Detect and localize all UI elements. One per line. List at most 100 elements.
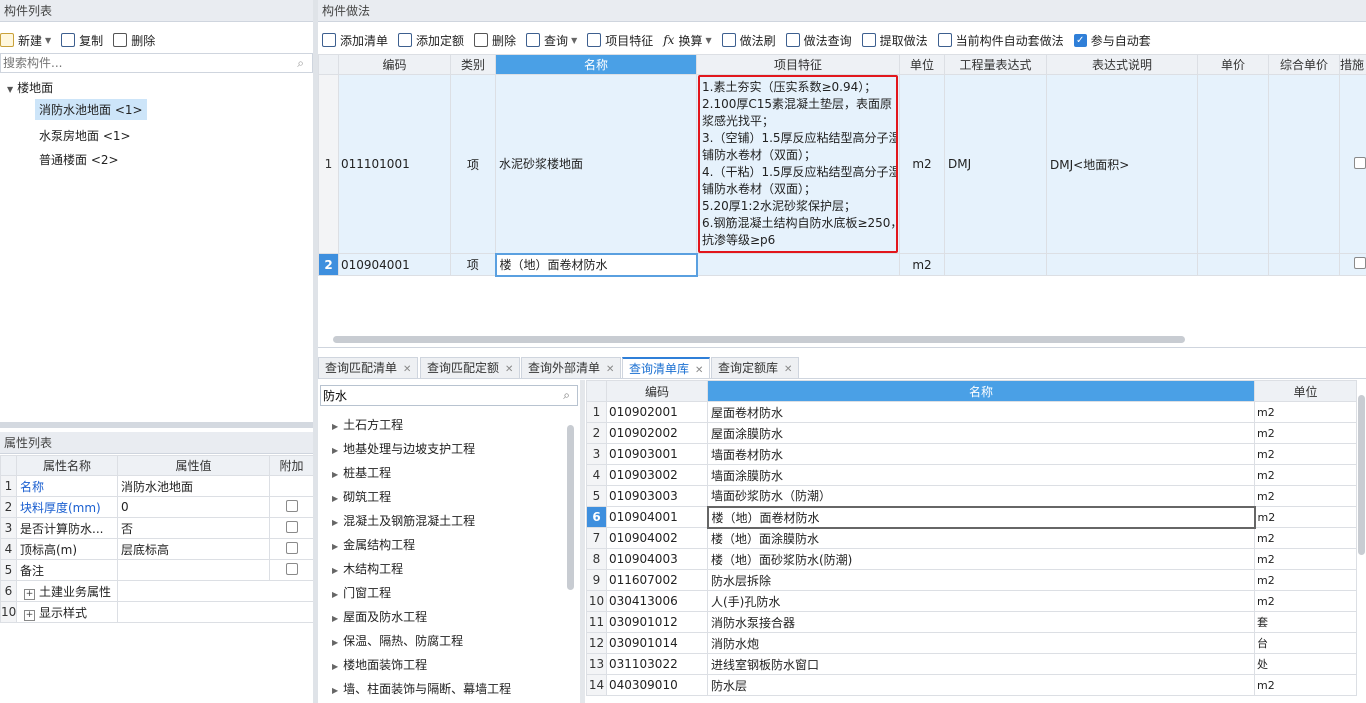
- close-icon[interactable]: ✕: [695, 365, 703, 376]
- price-cell[interactable]: [1197, 253, 1269, 276]
- close-icon[interactable]: ✕: [505, 364, 513, 375]
- prop-attach[interactable]: [269, 517, 314, 539]
- auto-method-button[interactable]: 当前构件自动套做法: [937, 32, 1064, 49]
- prop-row[interactable]: 1 名称 消防水池地面: [0, 475, 314, 497]
- unit-cell[interactable]: m2: [899, 74, 945, 254]
- unit-cell[interactable]: m2: [1254, 443, 1357, 465]
- measure-cell[interactable]: [1339, 74, 1366, 254]
- code-cell[interactable]: 011101001: [338, 74, 451, 254]
- prop-row[interactable]: 10 + 显示样式: [0, 601, 314, 623]
- prop-value[interactable]: 否: [117, 517, 270, 539]
- attach-checkbox[interactable]: [285, 562, 298, 575]
- unit-cell[interactable]: m2: [1254, 485, 1357, 507]
- splitter[interactable]: [0, 422, 313, 428]
- code-cell[interactable]: 010902001: [606, 401, 708, 423]
- close-icon[interactable]: ✕: [606, 364, 614, 375]
- name-cell[interactable]: 消防水泵接合器: [707, 611, 1255, 633]
- name-cell[interactable]: 进线室钢板防水窗口: [707, 653, 1255, 675]
- code-cell[interactable]: 011607002: [606, 569, 708, 591]
- prop-value[interactable]: [117, 580, 270, 602]
- tab-external-list[interactable]: 查询外部清单 ✕: [521, 357, 622, 379]
- table-row[interactable]: 1 011101001 项 水泥砂浆楼地面 1.素土夯实（压实系数≥0.94）；…: [318, 74, 1366, 254]
- code-cell[interactable]: 010903001: [606, 443, 708, 465]
- unit-cell[interactable]: 处: [1254, 653, 1357, 675]
- total-price-cell[interactable]: [1268, 253, 1340, 276]
- category-item[interactable]: ▶ 门窗工程: [332, 584, 391, 601]
- convert-button[interactable]: fx 换算 ▼: [663, 32, 711, 49]
- category-item[interactable]: ▶ 金属结构工程: [332, 536, 415, 553]
- table-row[interactable]: 10 030413006 人(手)孔防水 m2: [586, 590, 1357, 612]
- category-item[interactable]: ▶ 屋面及防水工程: [332, 608, 427, 625]
- name-cell[interactable]: 屋面涂膜防水: [707, 422, 1255, 444]
- table-row[interactable]: 7 010904002 楼（地）面涂膜防水 m2: [586, 527, 1357, 549]
- table-row[interactable]: 9 011607002 防水层拆除 m2: [586, 569, 1357, 591]
- price-cell[interactable]: [1197, 74, 1269, 254]
- code-cell[interactable]: 030901014: [606, 632, 708, 654]
- vertical-splitter[interactable]: [580, 380, 585, 703]
- tree-item[interactable]: 水泵房地面 <1>: [39, 127, 131, 144]
- table-row[interactable]: 8 010904003 楼（地）面砂浆防水(防潮) m2: [586, 548, 1357, 570]
- close-icon[interactable]: ✕: [403, 364, 411, 375]
- prop-attach[interactable]: [269, 475, 314, 497]
- unit-cell[interactable]: m2: [1254, 674, 1357, 696]
- name-cell[interactable]: 墙面砂浆防水（防潮）: [707, 485, 1255, 507]
- prop-row[interactable]: 5 备注: [0, 559, 314, 581]
- name-cell[interactable]: 墙面卷材防水: [707, 443, 1255, 465]
- tab-match-list[interactable]: 查询匹配清单 ✕: [318, 357, 419, 379]
- unit-cell[interactable]: 台: [1254, 632, 1357, 654]
- horizontal-scrollbar[interactable]: [333, 336, 1185, 343]
- name-cell[interactable]: 楼（地）面卷材防水: [706, 505, 1256, 529]
- table-row[interactable]: 6 010904001 楼（地）面卷材防水 m2: [586, 505, 1357, 529]
- new-button[interactable]: 新建 ▼: [0, 32, 51, 49]
- code-cell[interactable]: 010904001: [606, 506, 708, 528]
- unit-cell[interactable]: m2: [1254, 506, 1357, 528]
- category-item[interactable]: ▶ 木结构工程: [332, 560, 403, 577]
- tab-quota-library[interactable]: 查询定额库 ✕: [711, 357, 800, 379]
- measure-checkbox[interactable]: [1354, 156, 1366, 169]
- code-cell[interactable]: 030413006: [606, 590, 708, 612]
- delete-method-button[interactable]: 删除: [474, 32, 516, 49]
- name-cell[interactable]: 屋面卷材防水: [707, 401, 1255, 423]
- component-search[interactable]: ⌕: [0, 53, 313, 73]
- prop-row[interactable]: 4 顶标高(m) 层底标高: [0, 538, 314, 560]
- prop-attach[interactable]: [269, 601, 314, 623]
- item-feature-button[interactable]: 项目特征: [587, 32, 653, 49]
- table-row[interactable]: 5 010903003 墙面砂浆防水（防潮） m2: [586, 485, 1357, 507]
- name-cell[interactable]: 人(手)孔防水: [707, 590, 1255, 612]
- table-row[interactable]: 2 010902002 屋面涂膜防水 m2: [586, 422, 1357, 444]
- prop-value[interactable]: [117, 601, 270, 623]
- add-list-button[interactable]: 添加清单: [322, 32, 388, 49]
- tab-match-quota[interactable]: 查询匹配定额 ✕: [420, 357, 521, 379]
- category-item[interactable]: ▶ 保温、隔热、防腐工程: [332, 632, 463, 649]
- component-search-input[interactable]: [1, 54, 286, 72]
- tab-list-library[interactable]: 查询清单库 ✕: [622, 357, 711, 379]
- code-cell[interactable]: 010904001: [338, 253, 451, 276]
- table-row[interactable]: 2 010904001 项 楼（地）面卷材防水 m2: [318, 252, 1366, 277]
- category-item[interactable]: ▶ 楼地面装饰工程: [332, 656, 427, 673]
- table-row[interactable]: 4 010903002 墙面涂膜防水 m2: [586, 464, 1357, 486]
- total-price-cell[interactable]: [1268, 74, 1340, 254]
- unit-cell[interactable]: m2: [899, 253, 945, 276]
- name-cell[interactable]: 防水层拆除: [707, 569, 1255, 591]
- type-cell[interactable]: 项: [450, 74, 496, 254]
- prop-attach[interactable]: [269, 559, 314, 581]
- library-search-input[interactable]: [321, 386, 551, 405]
- prop-attach[interactable]: [269, 496, 314, 518]
- expand-plus-icon[interactable]: +: [24, 609, 35, 621]
- table-row[interactable]: 14 040309010 防水层 m2: [586, 674, 1357, 696]
- delete-button[interactable]: 删除: [113, 32, 155, 49]
- prop-row[interactable]: 2 块料厚度(mm) 0: [0, 496, 314, 518]
- unit-cell[interactable]: m2: [1254, 464, 1357, 486]
- unit-cell[interactable]: m2: [1254, 422, 1357, 444]
- expr-cell[interactable]: DMJ: [944, 74, 1047, 254]
- table-row[interactable]: 1 010902001 屋面卷材防水 m2: [586, 401, 1357, 423]
- table-row[interactable]: 3 010903001 墙面卷材防水 m2: [586, 443, 1357, 465]
- name-cell[interactable]: 消防水炮: [707, 632, 1255, 654]
- category-item[interactable]: ▶ 桩基工程: [332, 464, 391, 481]
- method-query-button[interactable]: 做法查询: [785, 32, 852, 49]
- unit-cell[interactable]: m2: [1254, 569, 1357, 591]
- prop-attach[interactable]: [269, 538, 314, 560]
- copy-button[interactable]: 复制: [61, 32, 103, 49]
- unit-cell[interactable]: m2: [1254, 527, 1357, 549]
- category-item[interactable]: ▶ 砌筑工程: [332, 488, 391, 505]
